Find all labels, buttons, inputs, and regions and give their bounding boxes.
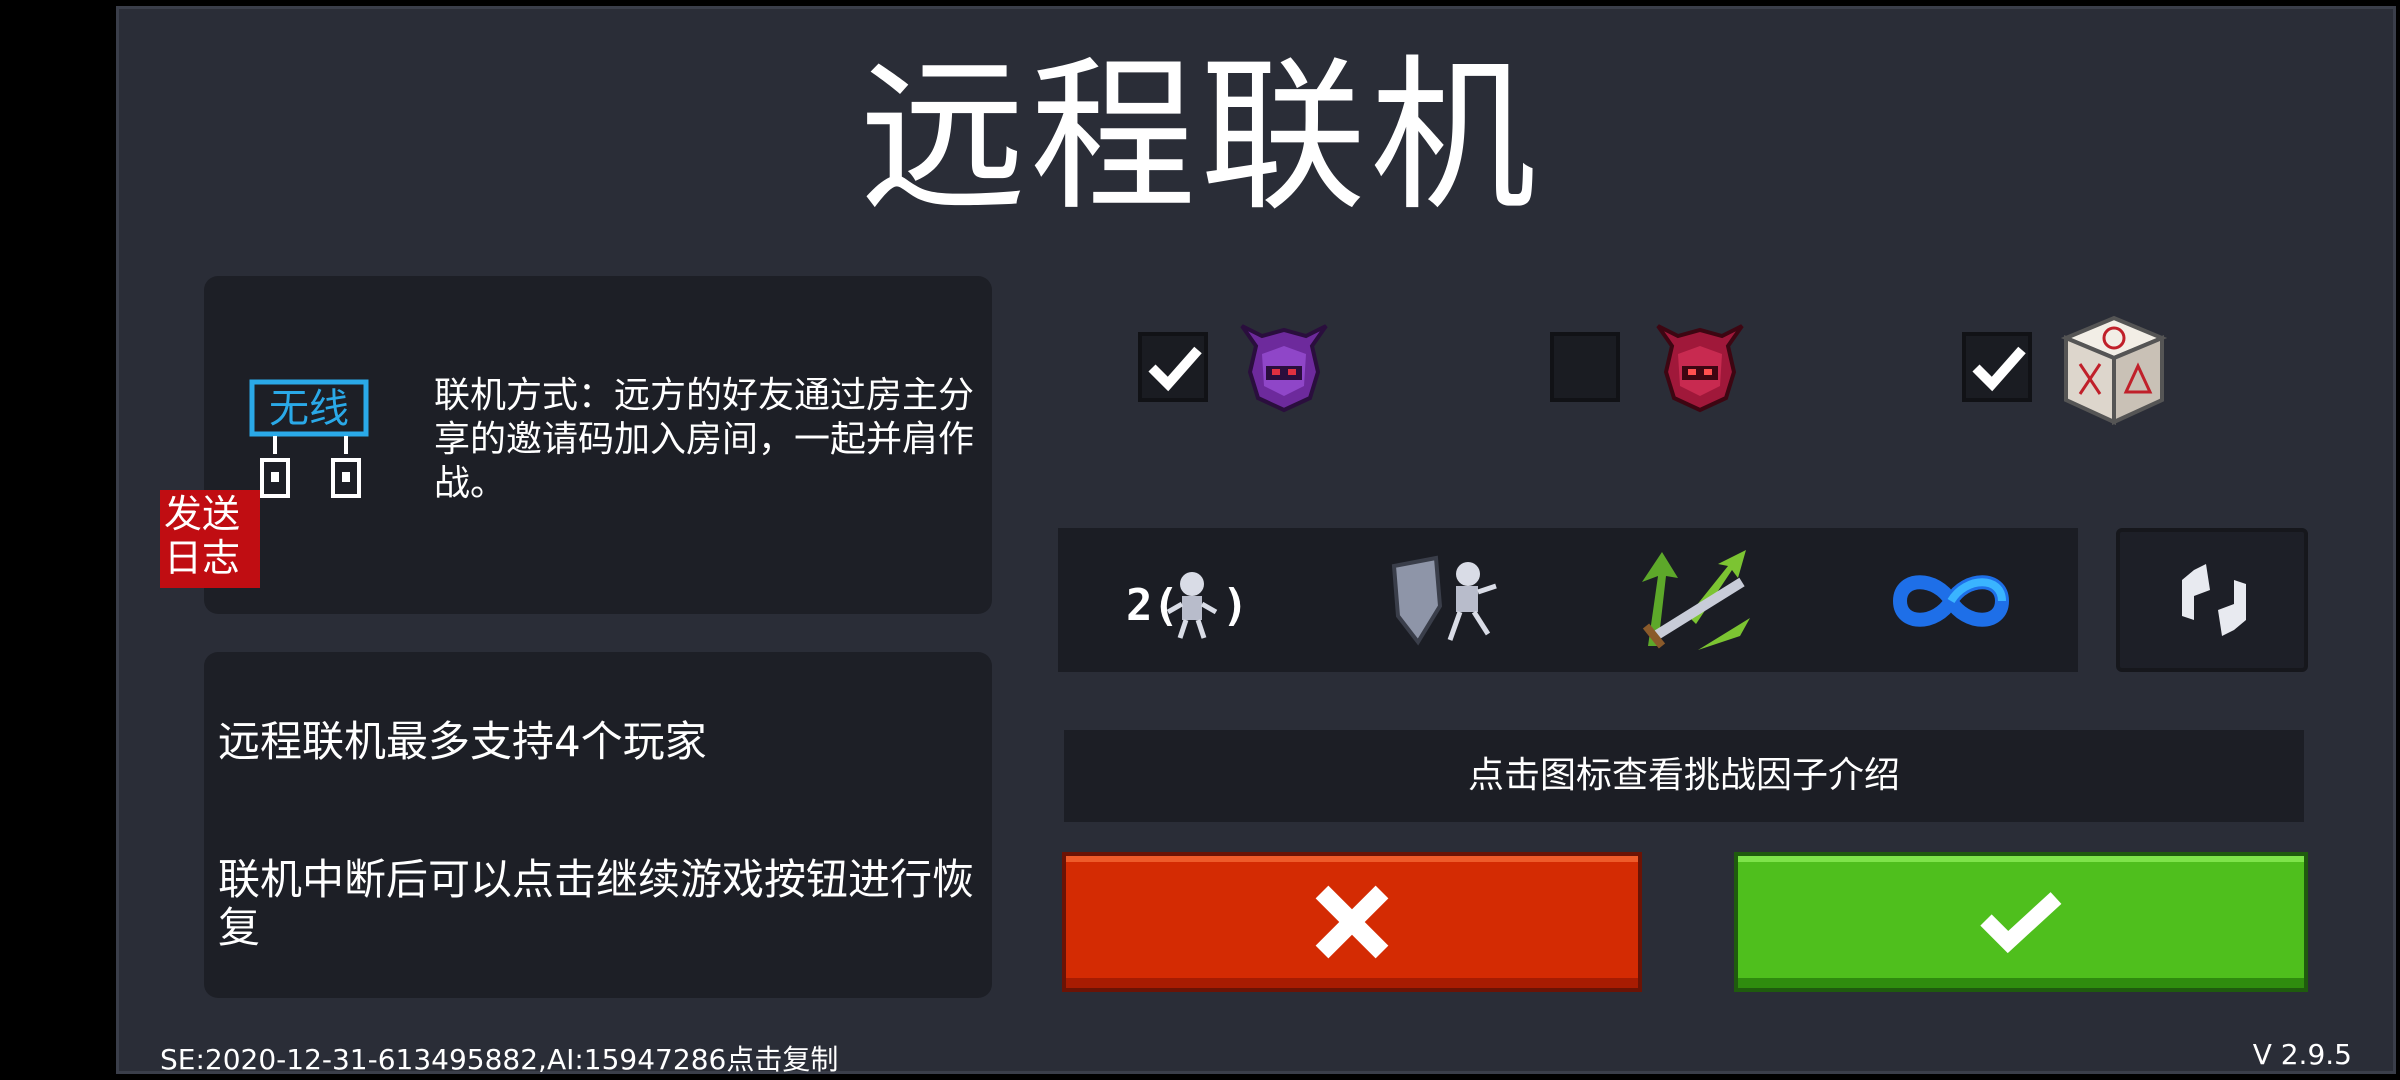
double-enemy-label: 2(	[1126, 580, 1179, 631]
option-red-helmet-checkbox[interactable]	[1550, 332, 1620, 402]
page-title: 远程联机	[860, 41, 1540, 234]
shield-skeleton-icon[interactable]	[1384, 546, 1514, 656]
option-purple-helmet-checkbox[interactable]	[1138, 332, 1208, 402]
version-label: V 2.9.5	[2252, 1038, 2352, 1071]
wireless-icon-label: 无线	[269, 386, 349, 432]
refresh-button[interactable]	[2116, 528, 2308, 672]
check-icon	[1980, 892, 2062, 954]
svg-text:): )	[1222, 580, 1249, 631]
double-enemy-icon[interactable]: 2( )	[1122, 546, 1252, 656]
challenge-factor-bar: 2( )	[1058, 528, 2078, 672]
tip-max-players: 远程联机最多支持4个玩家	[218, 717, 707, 766]
infinity-icon[interactable]	[1886, 546, 2016, 656]
tip-reconnect: 联机中断后可以点击继续游戏按钮进行恢复	[218, 855, 975, 952]
wireless-icon: 无线	[248, 378, 372, 506]
seed-info-copy[interactable]: SE:2020-12-31-613495882,AI:15947286点击复制	[160, 1038, 838, 1078]
red-helmet-icon[interactable]	[1652, 316, 1748, 420]
connection-description: 联机方式：远方的好友通过房主分享的邀请码加入房间，一起并肩作战。	[434, 375, 975, 504]
purple-helmet-icon[interactable]	[1236, 316, 1332, 420]
send-log-button[interactable]: 发送日志	[160, 490, 260, 588]
refresh-icon	[2182, 564, 2246, 636]
close-icon	[1315, 885, 1389, 959]
confirm-button[interactable]	[1734, 852, 2308, 992]
option-dice-checkbox[interactable]	[1962, 332, 2032, 402]
sword-arrows-icon[interactable]	[1628, 546, 1758, 656]
cancel-button[interactable]	[1062, 852, 1642, 992]
challenge-hint: 点击图标查看挑战因子介绍	[1064, 730, 2304, 822]
dice-icon[interactable]	[2052, 312, 2174, 432]
